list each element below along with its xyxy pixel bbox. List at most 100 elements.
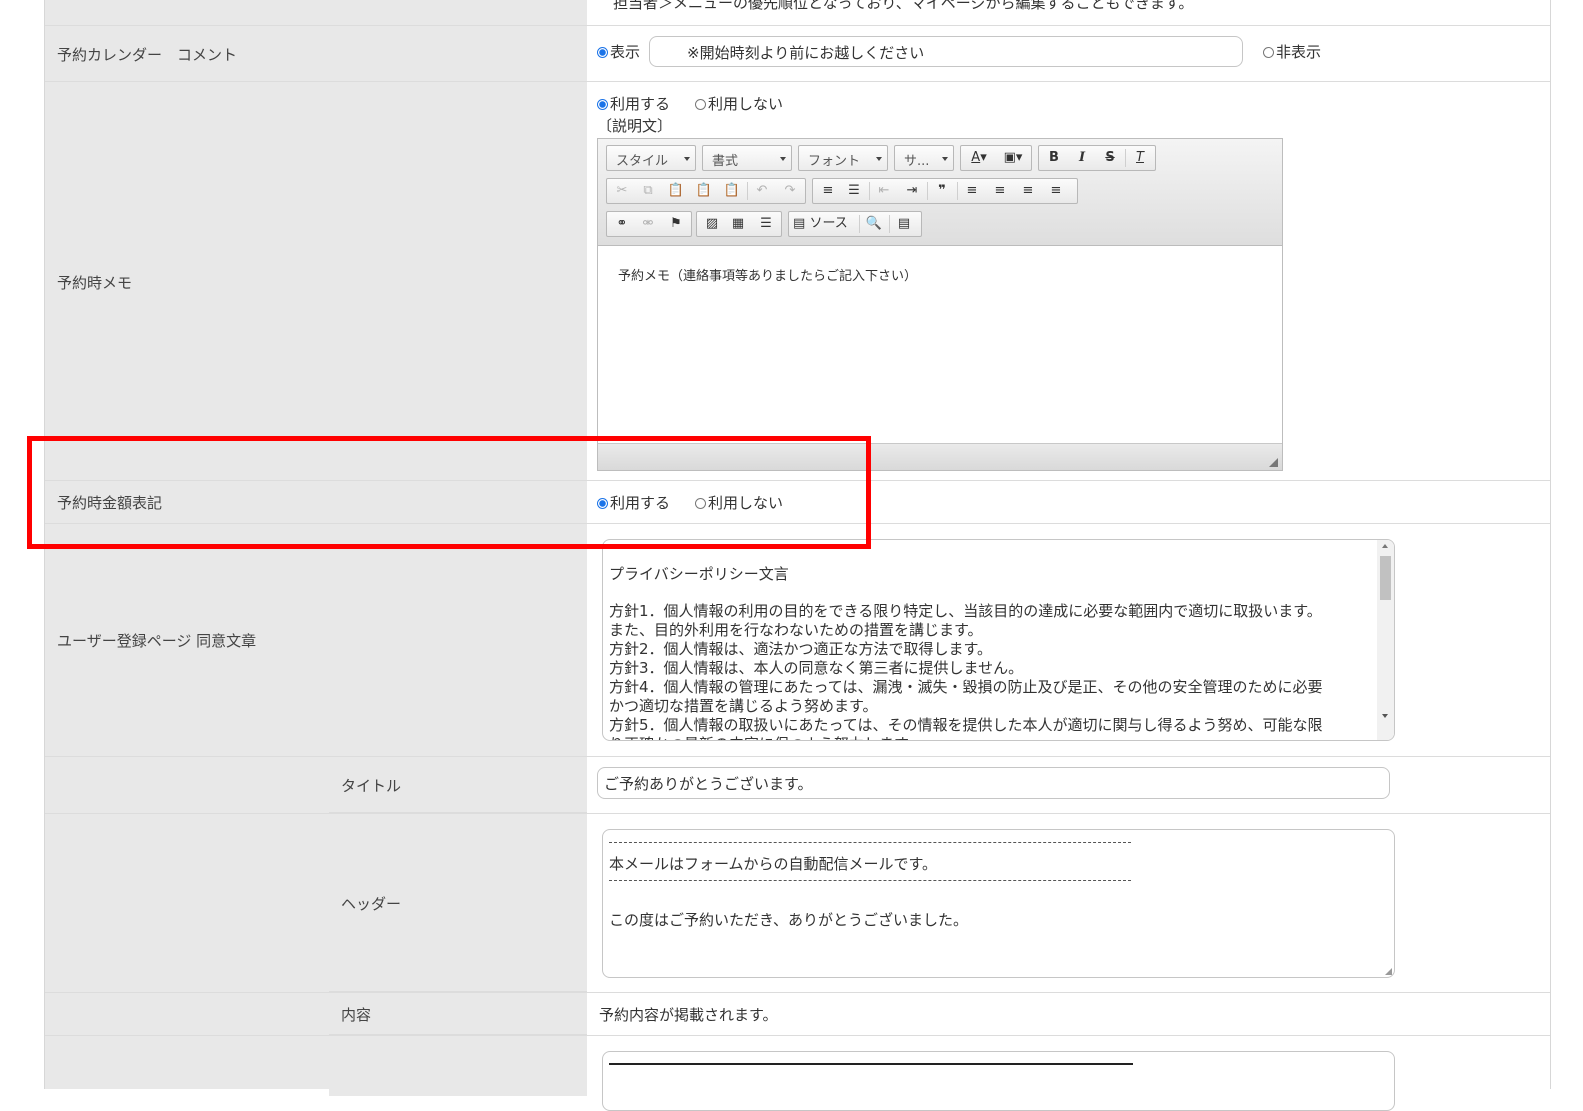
scrollbar-thumb[interactable] [1380,556,1391,600]
divider [609,1063,1133,1065]
clipboard-group: ✂ ⧉ 📋 📋 📋 ↶ ↷ [606,178,806,204]
radio-checked-icon [597,99,608,110]
separator [869,182,870,200]
radio-show[interactable]: 表示 [597,41,640,62]
calendar-comment-input[interactable]: ※開始時刻より前にお越しください [649,36,1243,67]
table-icon[interactable]: ▦ [727,215,749,233]
link-icon[interactable]: ⚭ [611,215,633,233]
mail-content-value: 予約内容が掲載されます。 [599,1006,778,1024]
description-label: 〔説明文〕 [597,117,673,135]
indent-icon[interactable]: ⇥ [901,182,923,200]
consent-line: かつ適切な措置を講じるよう努めます。 [609,697,878,715]
align-left-icon[interactable]: ≡ [961,182,983,200]
bold-icon[interactable]: B [1043,149,1065,167]
mail-footer-textarea[interactable] [602,1051,1395,1111]
header-line: 本メールはフォームからの自動配信メールです。 [609,855,938,873]
separator [859,215,860,233]
separator [957,182,958,200]
price-radio-use[interactable]: 利用する [597,492,670,513]
paste-icon[interactable]: 📋 [665,182,687,200]
radio-unchecked-icon [695,99,706,110]
paste-word-icon[interactable]: 📋 [721,182,743,200]
editor-content[interactable]: 予約メモ（連絡事項等ありましたらご記入下さい） [598,245,1282,444]
memo-radio-not-use[interactable]: 利用しない [695,93,783,114]
bullet-list-icon[interactable]: ☰ [843,182,865,200]
menu-priority-note: 担当者＞メニューの優先順位となっており、マイページから編集することもできます。 [613,0,1194,12]
redo-icon[interactable]: ↷ [779,182,801,200]
remove-format-icon[interactable]: T [1129,149,1151,167]
row-mail-header: ヘッダー 本メールはフォームからの自動配信メールです。 この度はご予約いただき、… [45,814,1550,993]
anchor-flag-icon[interactable]: ⚑ [665,215,687,233]
paste-text-icon[interactable]: 📋 [693,182,715,200]
editor-text: 予約メモ（連絡事項等ありましたらご記入下さい） [618,269,918,284]
align-center-icon[interactable]: ≡ [989,182,1011,200]
style-dropdown[interactable]: スタイル [606,145,696,171]
scroll-up-icon[interactable] [1382,544,1388,548]
chevron-down-icon [780,157,786,161]
row-consent-text: ユーザー登録ページ 同意文章 プライバシーポリシー文言 方針1．個人情報の利用の… [45,524,1550,757]
outdent-icon[interactable]: ⇤ [873,182,895,200]
color-group: A▾ ▣▾ [960,145,1032,171]
unlink-icon[interactable]: ⚮ [637,215,659,233]
mail-title-label: タイトル [341,777,402,795]
size-dropdown[interactable]: サ... [894,145,954,171]
horizontal-rule-icon[interactable]: ☰ [755,215,777,233]
numbered-list-icon[interactable]: ≡ [817,182,839,200]
row-value: プライバシーポリシー文言 方針1．個人情報の利用の目的をできる限り特定し、当該目… [587,524,1550,756]
row-label-bg: ユーザー登録ページ 同意文章 [45,524,587,756]
cut-icon[interactable]: ✂ [611,182,633,200]
price-label: 予約時金額表記 [57,494,163,512]
consent-textarea[interactable]: プライバシーポリシー文言 方針1．個人情報の利用の目的をできる限り特定し、当該目… [602,539,1395,741]
mail-header-textarea[interactable]: 本メールはフォームからの自動配信メールです。 この度はご予約いただき、ありがとう… [602,829,1395,978]
radio-checked-icon [597,498,608,509]
row-calendar-comment: 予約カレンダー コメント 表示 ※開始時刻より前にお越しください 非表示 [45,26,1550,82]
basic-style-group: B I S T [1038,145,1156,171]
memo-radio-use[interactable]: 利用する [597,93,670,114]
radio-checked-icon [597,47,608,58]
scroll-down-icon[interactable] [1382,714,1388,718]
undo-icon[interactable]: ↶ [751,182,773,200]
divider [609,842,1131,843]
align-justify-icon[interactable]: ≡ [1045,182,1067,200]
align-right-icon[interactable]: ≡ [1017,182,1039,200]
radio-unchecked-icon [1263,47,1274,58]
copy-icon[interactable]: ⧉ [637,182,659,200]
preview-icon[interactable]: 🔍 [863,215,885,233]
mail-header-label: ヘッダー [341,895,402,913]
blockquote-icon[interactable]: ❞ [931,182,953,200]
bg-color-icon[interactable]: ▣▾ [999,149,1027,167]
consent-line: 方針1．個人情報の利用の目的をできる限り特定し、当該目的の達成に必要な範囲内で適… [609,602,1322,620]
chevron-down-icon [942,157,948,161]
row-label-bg: 予約時金額表記 [45,481,587,523]
consent-line: 方針3．個人情報は、本人の同意なく第三者に提供しません。 [609,659,1024,677]
strike-icon[interactable]: S [1099,149,1121,167]
format-dropdown[interactable]: 書式 [702,145,792,171]
italic-icon[interactable]: I [1071,149,1093,167]
resize-grip-icon[interactable] [1385,968,1392,975]
row-value: ご予約ありがとうございます。 [587,757,1550,813]
row-value: 予約内容が掲載されます。 [587,993,1550,1035]
image-icon[interactable]: ▨ [701,215,723,233]
editor-toolbar: スタイル 書式 フォント サ... A▾ ▣▾ B I S T ✂ ⧉ 📋 📋 … [598,139,1282,246]
source-doc-icon: ▤ [793,216,806,231]
paragraph-group: ≡ ☰ ⇤ ⇥ ❞ ≡ ≡ ≡ ≡ [812,178,1078,204]
mail-title-input[interactable]: ご予約ありがとうございます。 [597,767,1390,799]
row-label-bg: 予約カレンダー コメント [45,26,587,81]
chevron-down-icon [684,157,690,161]
separator [889,215,890,233]
consent-line: また、目的外利用を行なわないための措置を講じます。 [609,621,983,639]
sub-label-bg: 内容 [329,993,587,1035]
text-color-icon[interactable]: A▾ [965,149,993,167]
separator [1125,149,1126,167]
consent-line: 方針2．個人情報は、適法かつ適正な方法で取得します。 [609,640,993,658]
font-dropdown[interactable]: フォント [798,145,888,171]
radio-hide[interactable]: 非表示 [1263,41,1321,62]
template-icon[interactable]: ▤ [893,215,915,233]
row-value: 利用する 利用しない [587,481,1550,523]
source-icon[interactable]: ▤ ソース [793,215,855,233]
resize-grip-icon[interactable] [1269,458,1278,467]
row-label-bg: 予約時メモ [45,82,587,480]
consent-scrollbar[interactable] [1377,540,1394,740]
consent-label: ユーザー登録ページ 同意文章 [57,632,257,650]
price-radio-not-use[interactable]: 利用しない [695,492,783,513]
